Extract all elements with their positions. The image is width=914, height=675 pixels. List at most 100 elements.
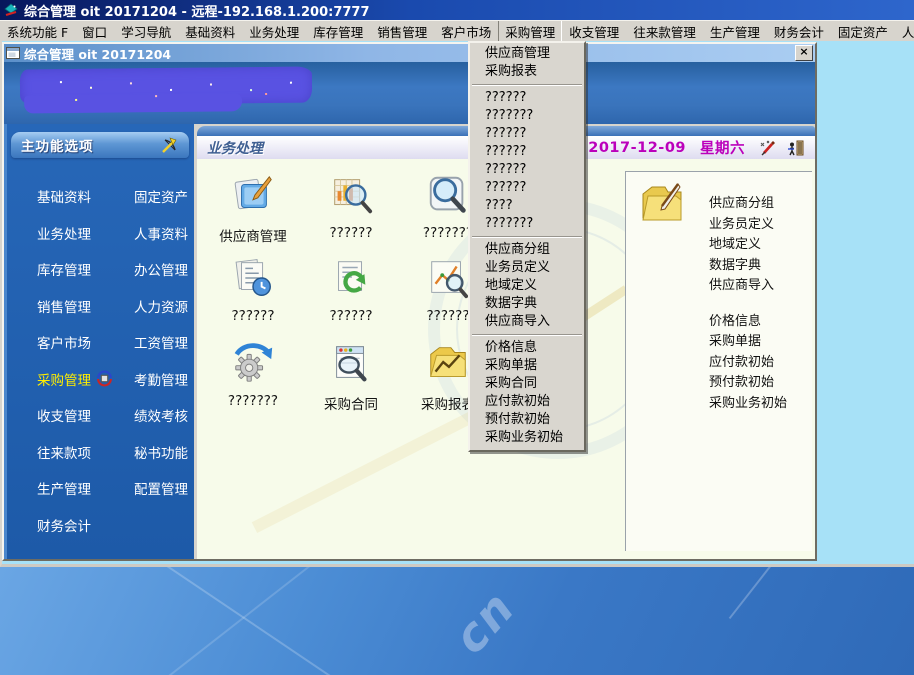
window-title: 综合管理 oit 20171204 - 远程-192.168.1.200:777… <box>24 1 370 20</box>
menu-customer-market[interactable]: 客户市场 <box>434 20 498 41</box>
tile-settings-sync[interactable]: ??????? <box>203 340 303 409</box>
menu-hr[interactable]: 人事资料 <box>895 20 914 41</box>
menu-inventory[interactable]: 库存管理 <box>306 20 370 41</box>
menu-system[interactable]: 系统功能 F <box>0 20 75 41</box>
dd-purchase-bill[interactable]: 采购单据 <box>470 357 584 375</box>
menu-learning-nav[interactable]: 学习导航 <box>114 20 178 41</box>
dd-unknown-5[interactable]: ?????? <box>470 161 584 179</box>
inner-window: 综合管理 oit 20171204 × 主功能选项 <box>2 42 817 561</box>
dd-unknown-8[interactable]: ??????? <box>470 215 584 233</box>
tile-supplier-management[interactable]: 供应商管理 <box>203 172 303 245</box>
sidebar-item-income-expense[interactable]: 收支管理 <box>37 405 134 425</box>
link-data-dictionary[interactable]: 数据字典 <box>709 256 812 277</box>
dd-supplier-group[interactable]: 供应商分组 <box>470 241 584 259</box>
menu-fixed-assets[interactable]: 固定资产 <box>831 20 895 41</box>
dd-salesman-define[interactable]: 业务员定义 <box>470 259 584 277</box>
dd-unknown-6[interactable]: ?????? <box>470 179 584 197</box>
sidebar: 主功能选项 基础资料固定资产 业务处理人事资料 库存管理办公管理 销售管理人力资… <box>4 124 194 559</box>
tile-documents[interactable]: ?????? <box>203 255 303 324</box>
archer-collapse-icon[interactable] <box>160 136 179 155</box>
sidebar-header: 主功能选项 <box>11 132 189 158</box>
wallpaper-streak <box>729 567 914 675</box>
chart-magnifier-icon <box>328 172 374 218</box>
link-supplier-group[interactable]: 供应商分组 <box>709 194 812 215</box>
sidebar-item-attendance[interactable]: 考勤管理 <box>134 369 194 389</box>
sidebar-item-configuration[interactable]: 配置管理 <box>134 478 194 498</box>
purchase-dropdown-menu: 供应商管理 采购报表 ?????? ??????? ?????? ?????? … <box>468 41 586 452</box>
menu-business[interactable]: 业务处理 <box>242 20 306 41</box>
dd-purchase-business-init[interactable]: 采购业务初始 <box>470 429 584 447</box>
link-payable-init[interactable]: 应付款初始 <box>709 353 812 374</box>
dd-prepay-init[interactable]: 预付款初始 <box>470 411 584 429</box>
gear-sync-icon <box>230 340 276 386</box>
supplier-folder-pen-icon <box>230 172 276 218</box>
menu-separator <box>472 236 582 238</box>
dd-supplier-import[interactable]: 供应商导入 <box>470 313 584 331</box>
inner-window-title: 综合管理 oit 20171204 <box>24 44 171 63</box>
link-prepay-init[interactable]: 预付款初始 <box>709 373 812 394</box>
link-purchase-business-init[interactable]: 采购业务初始 <box>709 394 812 415</box>
current-date: 2017-12-09 <box>588 140 686 156</box>
sidebar-item-production[interactable]: 生产管理 <box>37 478 134 498</box>
mdi-client-area: 综合管理 oit 20171204 × 主功能选项 <box>0 41 914 567</box>
link-supplier-import[interactable]: 供应商导入 <box>709 276 812 297</box>
tile-label: ?????? <box>301 308 401 324</box>
sidebar-item-secretary[interactable]: 秘书功能 <box>134 442 194 462</box>
sidebar-items: 基础资料固定资产 业务处理人事资料 库存管理办公管理 销售管理人力资源 客户市场… <box>7 178 194 543</box>
dd-unknown-2[interactable]: ??????? <box>470 107 584 125</box>
desktop-wallpaper: cn <box>0 567 914 675</box>
menu-finance[interactable]: 财务会计 <box>767 20 831 41</box>
tile-purchase-contract[interactable]: 采购合同 <box>301 340 401 413</box>
dd-purchase-report[interactable]: 采购报表 <box>470 63 584 81</box>
menu-income-expense[interactable]: 收支管理 <box>562 20 626 41</box>
sidebar-item-business[interactable]: 业务处理 <box>37 223 134 243</box>
menu-base-data[interactable]: 基础资料 <box>178 20 242 41</box>
dd-unknown-7[interactable]: ???? <box>470 197 584 215</box>
sidebar-item-customer-market[interactable]: 客户市场 <box>37 332 134 352</box>
dd-unknown-3[interactable]: ?????? <box>470 125 584 143</box>
sidebar-item-base-data[interactable]: 基础资料 <box>37 186 134 206</box>
content-area: 主功能选项 基础资料固定资产 业务处理人事资料 库存管理办公管理 销售管理人力资… <box>4 124 815 559</box>
dd-unknown-1[interactable]: ?????? <box>470 89 584 107</box>
dd-unknown-4[interactable]: ?????? <box>470 143 584 161</box>
tile-label: ?????? <box>301 225 401 241</box>
sidebar-item-office[interactable]: 办公管理 <box>134 259 194 279</box>
dd-supplier-management[interactable]: 供应商管理 <box>470 45 584 63</box>
dd-price-info[interactable]: 价格信息 <box>470 339 584 357</box>
sidebar-item-inventory[interactable]: 库存管理 <box>37 259 134 279</box>
document-refresh-icon <box>328 255 374 301</box>
link-region-define[interactable]: 地域定义 <box>709 235 812 256</box>
dd-data-dictionary[interactable]: 数据字典 <box>470 295 584 313</box>
dd-payable-init[interactable]: 应付款初始 <box>470 393 584 411</box>
sidebar-item-finance[interactable]: 财务会计 <box>37 515 134 535</box>
inner-window-titlebar[interactable]: 综合管理 oit 20171204 × <box>4 44 815 62</box>
sidebar-item-sales[interactable]: 销售管理 <box>37 296 134 316</box>
tile-label: ?????? <box>203 308 303 324</box>
dd-region-define[interactable]: 地域定义 <box>470 277 584 295</box>
menu-window[interactable]: 窗口 <box>75 20 114 41</box>
menu-production[interactable]: 生产管理 <box>703 20 767 41</box>
menu-current-accounts[interactable]: 往来款管理 <box>626 20 703 41</box>
sidebar-item-hr-data[interactable]: 人事资料 <box>134 223 194 243</box>
menu-purchase[interactable]: 采购管理 <box>498 20 562 41</box>
sidebar-item-fixed-assets[interactable]: 固定资产 <box>134 186 194 206</box>
tile-report-query[interactable]: ?????? <box>301 172 401 241</box>
sidebar-item-human-resources[interactable]: 人力资源 <box>134 296 194 316</box>
dd-purchase-contract[interactable]: 采购合同 <box>470 375 584 393</box>
link-salesman-define[interactable]: 业务员定义 <box>709 215 812 236</box>
link-purchase-bill[interactable]: 采购单据 <box>709 332 812 353</box>
window-titlebar[interactable]: 综合管理 oit 20171204 - 远程-192.168.1.200:777… <box>0 0 914 20</box>
close-icon[interactable]: × <box>795 45 813 61</box>
sidebar-item-performance[interactable]: 绩效考核 <box>134 405 194 425</box>
menu-separator <box>472 334 582 336</box>
folder-chart-icon <box>425 340 471 386</box>
link-price-info[interactable]: 价格信息 <box>709 312 812 333</box>
sidebar-item-purchase[interactable]: 采购管理 <box>37 369 134 389</box>
tile-label: 采购合同 <box>301 393 401 413</box>
tile-refresh-document[interactable]: ?????? <box>301 255 401 324</box>
sidebar-item-salary[interactable]: 工资管理 <box>134 332 194 352</box>
menu-sales[interactable]: 销售管理 <box>370 20 434 41</box>
sidebar-item-current-accounts[interactable]: 往来款项 <box>37 442 134 462</box>
exit-icon[interactable] <box>787 139 805 157</box>
repair-pen-icon[interactable] <box>759 139 777 157</box>
